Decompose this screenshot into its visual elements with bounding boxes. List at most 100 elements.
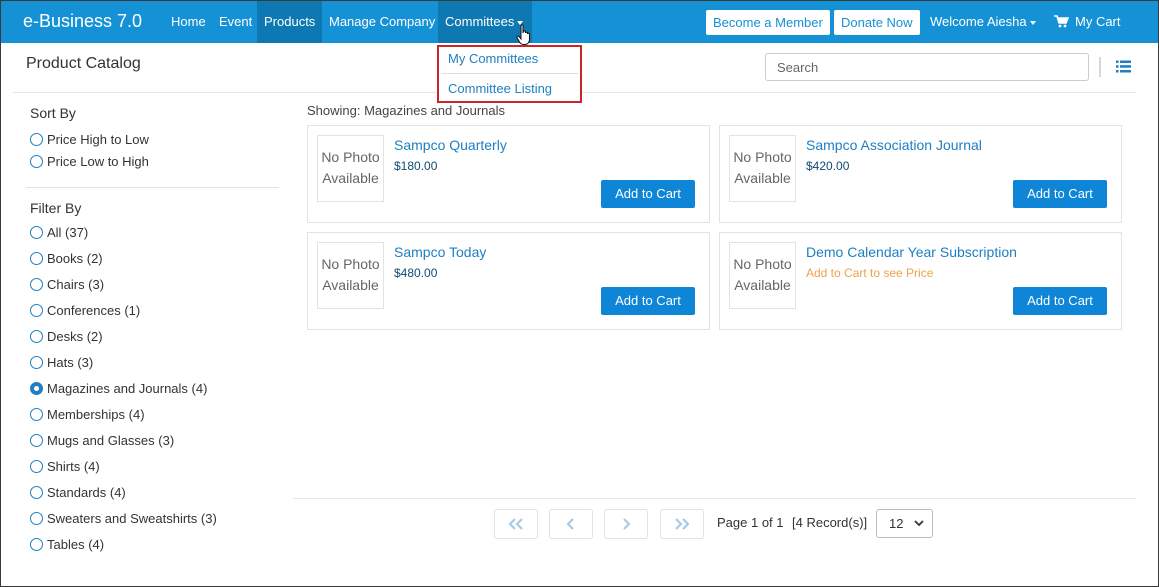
filter-option-label: Mugs and Glasses (3) — [47, 432, 175, 448]
filter-option-label: Memberships (4) — [47, 406, 145, 422]
sort-option-label: Price High to Low — [47, 131, 149, 147]
product-name-link[interactable]: Sampco Quarterly — [394, 137, 507, 153]
radio-button[interactable] — [30, 154, 43, 168]
radio-button[interactable] — [30, 355, 43, 369]
page-title: Product Catalog — [26, 55, 141, 72]
nav-manage-company[interactable]: Manage Company — [322, 1, 442, 43]
radio-button[interactable] — [30, 251, 43, 265]
top-navbar: e-Business 7.0 Home Event Products Manag… — [1, 1, 1158, 43]
page-size-select[interactable]: 12 — [876, 509, 933, 538]
filter-option-label: Tables (4) — [47, 536, 105, 552]
radio-button[interactable] — [30, 303, 43, 317]
filter-option-label: Standards (4) — [47, 484, 126, 500]
showing-label: Showing: Magazines and Journals — [307, 103, 506, 118]
filter-option-books[interactable]: Books (2) — [30, 249, 103, 267]
last-page-button[interactable] — [660, 509, 704, 539]
hand-cursor-icon — [516, 24, 530, 45]
radio-button[interactable] — [30, 511, 43, 525]
filter-option-desks[interactable]: Desks (2) — [30, 327, 103, 345]
double-chevron-right-icon — [675, 518, 690, 530]
record-count: [4 Record(s)] — [792, 515, 868, 530]
brand-logo[interactable]: e-Business 7.0 — [23, 11, 142, 32]
product-name-link[interactable]: Sampco Today — [394, 244, 486, 260]
welcome-label: Welcome Aiesha — [930, 14, 1027, 29]
sort-option-label: Price Low to High — [47, 153, 149, 169]
cart-icon — [1054, 15, 1070, 28]
nav-products[interactable]: Products — [257, 1, 323, 43]
product-name-link[interactable]: Demo Calendar Year Subscription — [806, 244, 1017, 260]
radio-button[interactable] — [30, 537, 43, 551]
filter-option-magazines-journals[interactable]: Magazines and Journals (4) — [30, 379, 207, 397]
filter-option-hats[interactable]: Hats (3) — [30, 353, 93, 371]
page-size-value: 12 — [889, 516, 904, 531]
no-photo-placeholder: No Photo Available — [317, 242, 384, 309]
radio-button[interactable] — [30, 485, 43, 499]
price-hidden-message: Add to Cart to see Price — [806, 266, 934, 280]
chevron-down-icon — [914, 520, 924, 527]
product-card: No Photo Available Sampco Association Jo… — [719, 125, 1122, 223]
chevron-left-icon — [566, 518, 574, 530]
product-price: $420.00 — [806, 159, 850, 173]
radio-button[interactable] — [30, 225, 43, 239]
app-frame: e-Business 7.0 Home Event Products Manag… — [0, 0, 1159, 587]
radio-button[interactable] — [30, 132, 43, 146]
add-to-cart-button[interactable]: Add to Cart — [601, 287, 695, 315]
add-to-cart-button[interactable]: Add to Cart — [601, 180, 695, 208]
radio-button[interactable] — [30, 277, 43, 291]
menu-item-my-committees[interactable]: My Committees — [448, 51, 538, 66]
list-view-icon[interactable] — [1116, 60, 1131, 73]
nav-home[interactable]: Home — [164, 1, 213, 43]
sort-option-high-low[interactable]: Price High to Low — [30, 130, 149, 148]
divider — [1099, 57, 1101, 77]
filter-option-tables[interactable]: Tables (4) — [30, 535, 104, 553]
filter-option-label: Desks (2) — [47, 328, 103, 344]
radio-button[interactable] — [30, 433, 43, 447]
radio-button[interactable] — [30, 329, 43, 343]
no-photo-placeholder: No Photo Available — [729, 242, 796, 309]
my-cart-link[interactable]: My Cart — [1054, 1, 1121, 43]
filter-option-label: Hats (3) — [47, 354, 94, 370]
radio-button-selected[interactable] — [30, 381, 43, 395]
radio-button[interactable] — [30, 407, 43, 421]
previous-page-button[interactable] — [549, 509, 593, 539]
menu-item-committee-listing[interactable]: Committee Listing — [448, 81, 552, 96]
filter-by-heading: Filter By — [30, 200, 82, 216]
search-input[interactable] — [765, 53, 1089, 81]
divider — [26, 187, 279, 188]
nav-event[interactable]: Event — [212, 1, 259, 43]
filter-option-shirts[interactable]: Shirts (4) — [30, 457, 100, 475]
filter-option-label: All (37) — [47, 224, 89, 240]
donate-now-button[interactable]: Donate Now — [834, 10, 920, 35]
product-price: $480.00 — [394, 266, 438, 280]
next-page-button[interactable] — [604, 509, 648, 539]
filter-option-label: Conferences (1) — [47, 302, 141, 318]
product-name-link[interactable]: Sampco Association Journal — [806, 137, 982, 153]
filter-option-all[interactable]: All (37) — [30, 223, 88, 241]
no-photo-placeholder: No Photo Available — [317, 135, 384, 202]
filter-option-label: Chairs (3) — [47, 276, 105, 292]
filter-option-standards[interactable]: Standards (4) — [30, 483, 126, 501]
filter-option-memberships[interactable]: Memberships (4) — [30, 405, 145, 423]
add-to-cart-button[interactable]: Add to Cart — [1013, 180, 1107, 208]
radio-button[interactable] — [30, 459, 43, 473]
filter-option-label: Magazines and Journals (4) — [47, 380, 208, 396]
filter-option-conferences[interactable]: Conferences (1) — [30, 301, 140, 319]
product-card: No Photo Available Sampco Today $480.00 … — [307, 232, 710, 330]
first-page-button[interactable] — [494, 509, 538, 539]
caret-down-icon — [1029, 20, 1036, 25]
product-price: $180.00 — [394, 159, 438, 173]
add-to-cart-button[interactable]: Add to Cart — [1013, 287, 1107, 315]
product-card: No Photo Available Demo Calendar Year Su… — [719, 232, 1122, 330]
sort-option-low-high[interactable]: Price Low to High — [30, 152, 149, 170]
filter-option-mugs-glasses[interactable]: Mugs and Glasses (3) — [30, 431, 174, 449]
my-cart-label: My Cart — [1075, 14, 1121, 29]
product-card: No Photo Available Sampco Quarterly $180… — [307, 125, 710, 223]
welcome-user-menu[interactable]: Welcome Aiesha — [930, 1, 1036, 43]
filter-option-sweaters[interactable]: Sweaters and Sweatshirts (3) — [30, 509, 217, 527]
filter-option-label: Shirts (4) — [47, 458, 100, 474]
become-member-button[interactable]: Become a Member — [706, 10, 830, 35]
double-chevron-left-icon — [508, 518, 523, 530]
page-info: Page 1 of 1 — [717, 515, 784, 530]
divider — [293, 498, 1136, 499]
filter-option-chairs[interactable]: Chairs (3) — [30, 275, 104, 293]
